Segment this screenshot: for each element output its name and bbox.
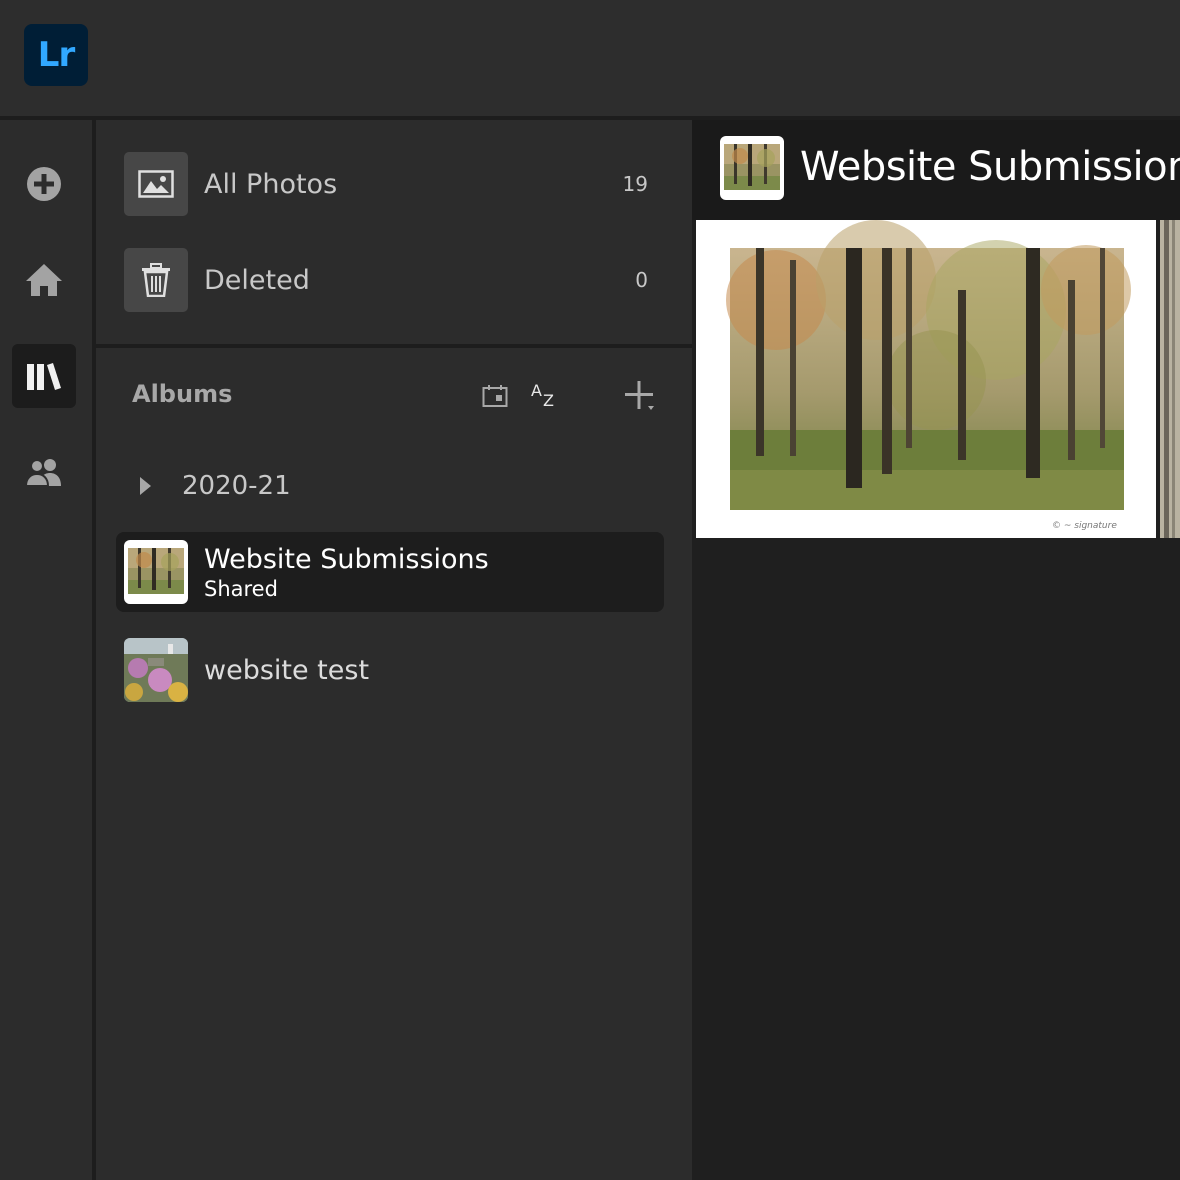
lightroom-logo[interactable]: Lr (24, 24, 88, 86)
add-photos-button[interactable] (12, 152, 76, 216)
album-website-submissions[interactable]: Website Submissions Shared (116, 532, 664, 612)
trash-icon (124, 248, 188, 312)
photo-thumbnail-partial[interactable] (1160, 220, 1180, 538)
shared-button[interactable] (12, 440, 76, 504)
panel-divider (96, 344, 692, 348)
plus-dropdown-icon (625, 381, 654, 410)
sort-alpha-button[interactable]: A Z (530, 378, 560, 414)
sort-by-date-button[interactable] (482, 378, 508, 414)
photo-thumbnail[interactable]: © ~ signature (696, 220, 1156, 538)
album-name: Website Submissions (204, 543, 489, 575)
add-album-button[interactable] (624, 378, 656, 414)
album-website-test[interactable]: website test (116, 630, 664, 710)
chevron-right-icon[interactable] (138, 476, 152, 496)
deleted-label: Deleted (204, 264, 310, 296)
all-photos-count: 19 (622, 172, 648, 196)
album-thumbnail (124, 638, 188, 702)
album-title: Website Submissions (800, 144, 1180, 190)
sort-alpha-icon: A Z (531, 382, 554, 410)
album-shared-status: Shared (204, 576, 278, 601)
lightroom-app: Lr All Photos 19 Deleted 0 Albums A Z 20… (0, 0, 1180, 1180)
svg-text:© ~ signature: © ~ signature (1052, 521, 1117, 531)
people-icon (25, 459, 61, 487)
album-name: website test (204, 654, 370, 686)
photo-image (1160, 220, 1180, 538)
album-header-thumbnail (720, 136, 784, 200)
all-photos-item[interactable]: All Photos 19 (124, 152, 664, 216)
home-button[interactable] (12, 248, 76, 312)
plus-circle-icon (27, 167, 61, 201)
home-icon (26, 264, 62, 296)
folder-2020-21[interactable]: 2020-21 (138, 466, 291, 506)
deleted-item[interactable]: Deleted 0 (124, 248, 664, 312)
folder-label: 2020-21 (182, 471, 291, 501)
album-thumbnail (124, 540, 188, 604)
albums-heading: Albums (132, 380, 233, 408)
photos-icon (124, 152, 188, 216)
calendar-icon (482, 385, 508, 407)
library-button[interactable] (12, 344, 76, 408)
svg-text:Z: Z (543, 391, 554, 410)
library-icon (27, 363, 61, 390)
all-photos-label: All Photos (204, 168, 338, 200)
logo-text: Lr (37, 35, 75, 75)
top-bar: Lr (0, 0, 1180, 116)
deleted-count: 0 (635, 268, 648, 292)
forest-photo-image: © ~ signature (696, 220, 1156, 538)
svg-text:A: A (531, 382, 542, 400)
